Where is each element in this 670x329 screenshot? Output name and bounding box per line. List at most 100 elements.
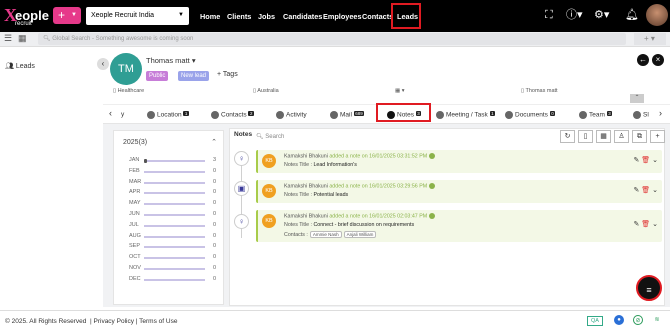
edit-icon[interactable]: ✎ xyxy=(633,187,639,194)
add-note-icon[interactable]: + xyxy=(650,130,665,143)
contacts-icon xyxy=(211,111,219,119)
notes-search-input[interactable]: 🔍︎ Search xyxy=(256,133,284,140)
chevron-down-icon[interactable]: ⌄ xyxy=(652,221,658,228)
edit-icon[interactable]: ✎ xyxy=(633,157,639,164)
tab-partial-right[interactable]: Sl xyxy=(633,111,649,119)
chevron-up-icon[interactable]: ⌃ xyxy=(211,138,217,146)
month-row[interactable]: JUL 0 xyxy=(114,221,225,231)
account-icon[interactable]: ● xyxy=(614,315,624,325)
month-bar xyxy=(144,257,205,260)
month-row[interactable]: DEC 0 xyxy=(114,275,225,285)
document-icon[interactable]: ▯ xyxy=(578,130,593,143)
calendar-icon xyxy=(436,111,444,119)
month-row[interactable]: OCT 0 xyxy=(114,253,225,263)
help-icon[interactable]: ⓘ▾ xyxy=(566,9,583,22)
fullscreen-icon[interactable]: ⛶ xyxy=(545,9,553,22)
lead-name[interactable]: Thomas matt ▾ xyxy=(146,56,196,65)
note-meta: Kamakshi Bhakuni added a note on 16/01/2… xyxy=(284,213,435,219)
chevron-down-icon[interactable]: ⌄ xyxy=(652,157,658,164)
note-title-line: Notes Title : Connect - brief discussion… xyxy=(284,222,415,228)
tab-activity[interactable]: Activity xyxy=(276,111,307,119)
back-button[interactable]: ← xyxy=(637,54,649,66)
delete-icon[interactable]: 🗑︎ xyxy=(641,187,650,194)
add-tags-button[interactable]: + Tags xyxy=(217,71,238,78)
month-row[interactable]: SEP 0 xyxy=(114,242,225,252)
floating-menu-button[interactable]: ≡ xyxy=(636,275,662,301)
month-row[interactable]: JAN 3 xyxy=(114,156,225,166)
xeople-logo[interactable]: X eople recruit xyxy=(4,5,49,27)
note-card[interactable]: KB Kamakshi Bhakuni added a note on 16/0… xyxy=(256,180,662,203)
sidebar-item-leads[interactable]: 👥︎ Leads xyxy=(5,62,35,70)
tab-mail[interactable]: Mail 689 xyxy=(330,111,365,119)
contact-chip[interactable]: Ammie Nash xyxy=(309,231,342,238)
collapse-sidebar-button[interactable]: ‹ xyxy=(97,58,109,70)
quick-add-button[interactable]: + ▼ xyxy=(53,7,81,24)
month-bar xyxy=(144,203,205,206)
month-row[interactable]: MAY 0 xyxy=(114,199,225,209)
nav-home[interactable]: Home xyxy=(200,12,220,21)
check-icon xyxy=(428,213,435,219)
month-row[interactable]: MAR 0 xyxy=(114,178,225,188)
refresh-icon[interactable]: ↻ xyxy=(560,130,575,143)
chevron-down-icon: ▼ xyxy=(178,12,184,18)
close-button[interactable]: × xyxy=(652,54,664,66)
new-lead-badge: New lead xyxy=(178,71,210,81)
nav-contacts[interactable]: Contacts xyxy=(362,12,393,21)
note-title-line: Notes Title : Potential leads xyxy=(284,192,349,198)
month-row[interactable]: AUG 0 xyxy=(114,232,225,242)
note-card[interactable]: KB Kamakshi Bhakuni added a note on 16/0… xyxy=(256,210,662,242)
status-icon[interactable]: ⊘ xyxy=(633,315,643,325)
terms-link[interactable]: Terms of Use xyxy=(139,318,177,325)
activity-icon xyxy=(276,111,284,119)
calendar-icon[interactable]: ▦ xyxy=(596,130,611,143)
global-search-input[interactable]: 🔍︎ Global Search - Something awesome is … xyxy=(38,33,626,45)
chevron-down-icon[interactable]: ⌄ xyxy=(652,187,658,194)
month-bar xyxy=(144,181,205,184)
global-add-button[interactable]: + ▾ xyxy=(634,33,666,45)
contact-chip[interactable]: Anjali William xyxy=(343,231,377,238)
note-card[interactable]: KB Kamakshi Bhakuni added a note on 16/0… xyxy=(256,150,662,173)
grid-view-icon[interactable]: ▦ xyxy=(18,33,27,44)
month-row[interactable]: APR 0 xyxy=(114,188,225,198)
company-selector[interactable]: Xeople Recruit India ▼ xyxy=(86,7,189,25)
month-count: 0 xyxy=(213,200,217,207)
tab-contacts[interactable]: Contacts 2 xyxy=(211,111,254,119)
tab-location[interactable]: Location 1 xyxy=(147,111,189,119)
note-meta: Kamakshi Bhakuni added a note on 16/01/2… xyxy=(284,153,435,159)
user-avatar[interactable] xyxy=(646,4,668,26)
document-icon xyxy=(505,111,513,119)
month-bar xyxy=(144,268,205,270)
delete-icon[interactable]: 🗑︎ xyxy=(641,221,650,228)
edit-icon[interactable]: ✎ xyxy=(633,221,639,228)
lead-header: TM Thomas matt ▾ Public New lead + Tags … xyxy=(103,47,670,104)
collapse-header-button[interactable]: ⌃ xyxy=(630,94,644,103)
author-avatar: KB xyxy=(262,214,276,228)
hierarchy-icon[interactable]: ⧉ xyxy=(632,130,647,143)
delete-icon[interactable]: 🗑︎ xyxy=(641,157,650,164)
author-avatar: KB xyxy=(262,184,276,198)
privacy-link[interactable]: Privacy Policy xyxy=(94,318,134,325)
list-view-icon[interactable]: ☰ xyxy=(4,33,12,44)
notification-bell-icon[interactable]: 🔔︎ xyxy=(625,9,639,22)
settings-gear-icon[interactable]: ⚙▾ xyxy=(594,9,609,22)
building-icon: ▦ ▾ xyxy=(395,88,405,94)
tab-team[interactable]: Team 3 xyxy=(579,111,613,119)
nav-jobs[interactable]: Jobs xyxy=(258,12,275,21)
tab-partial[interactable]: y xyxy=(121,111,124,118)
month-bar xyxy=(144,224,205,227)
tab-meeting-task[interactable]: Meeting / Task 1 xyxy=(436,111,496,119)
nav-clients[interactable]: Clients xyxy=(227,12,251,21)
nav-employees[interactable]: Employees xyxy=(323,12,362,21)
user-filter-icon[interactable]: ♙ xyxy=(614,130,629,143)
month-row[interactable]: FEB 0 xyxy=(114,167,225,177)
month-row[interactable]: JUN 0 xyxy=(114,210,225,220)
tab-documents[interactable]: Documents 0 xyxy=(505,111,556,119)
industry-field: ▯ Healthcare xyxy=(113,88,145,94)
month-label: APR xyxy=(129,189,141,196)
tabs-scroll-left[interactable]: ‹ xyxy=(109,108,112,118)
nav-candidates[interactable]: Candidates xyxy=(283,12,322,21)
month-row[interactable]: NOV 0 xyxy=(114,264,225,274)
month-count: 0 xyxy=(213,167,217,174)
tabs-scroll-right[interactable]: › xyxy=(659,108,662,118)
month-count: 0 xyxy=(213,232,217,239)
